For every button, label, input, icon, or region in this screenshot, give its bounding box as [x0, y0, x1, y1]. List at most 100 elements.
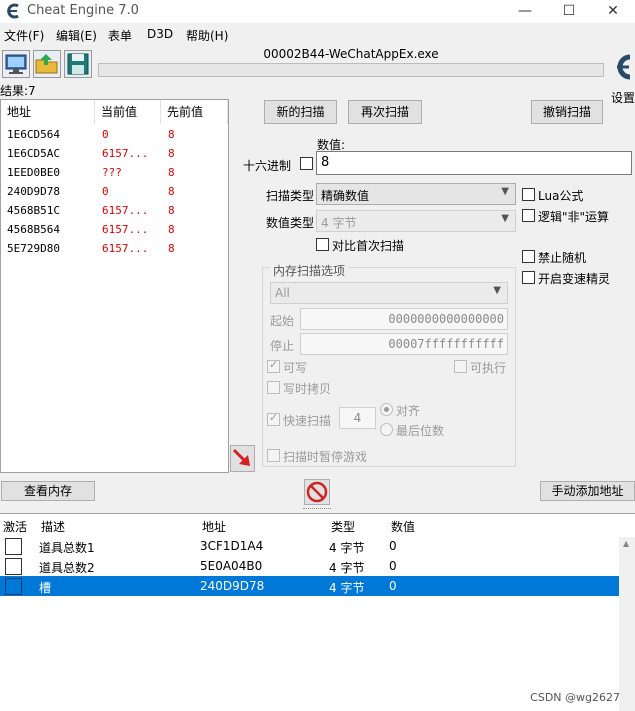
scan-type-select[interactable]: 精确数值 ▼	[316, 183, 516, 205]
active-checkbox[interactable]	[5, 538, 22, 555]
result-row[interactable]: 1E6CD564 0 8	[1, 126, 228, 145]
result-row[interactable]: 240D9D78 0 8	[1, 183, 228, 202]
scan-results-list[interactable]: 地址 当前值 先前值 1E6CD564 0 8 1E6CD5AC 6157...…	[0, 99, 229, 473]
column-header-current[interactable]: 当前值	[95, 100, 161, 124]
menu-help[interactable]: 帮助(H)	[186, 27, 228, 44]
column-header-value[interactable]: 数值	[391, 518, 415, 535]
memory-region-select[interactable]: All ▼	[270, 282, 508, 304]
menu-table[interactable]: 表单	[108, 27, 132, 44]
chevron-down-icon: ▼	[501, 186, 509, 197]
computer-icon	[5, 54, 27, 74]
result-previous: 8	[168, 166, 175, 179]
title-bar[interactable]: Cheat Engine 7.0 — ☐ ✕	[0, 0, 635, 23]
close-button[interactable]: ✕	[591, 0, 635, 23]
row-value: 0	[389, 539, 397, 553]
maximize-button[interactable]: ☐	[547, 0, 591, 23]
column-header-description[interactable]: 描述	[41, 518, 65, 535]
menu-edit[interactable]: 编辑(E)	[56, 27, 97, 44]
column-header-previous[interactable]: 先前值	[161, 100, 228, 124]
active-checkbox[interactable]	[5, 558, 22, 575]
scroll-up-icon[interactable]: ▲	[623, 539, 629, 548]
value-type-label: 数值类型	[266, 216, 315, 230]
compare-first-checkbox[interactable]	[316, 238, 329, 251]
result-address: 5E729D80	[7, 242, 60, 255]
row-type: 4 字节	[329, 541, 365, 555]
column-header-active[interactable]: 激活	[3, 518, 27, 535]
view-memory-button[interactable]: 查看内存	[1, 481, 95, 501]
alignment-radio[interactable]	[380, 403, 393, 416]
scan-progress-bar	[98, 63, 604, 77]
result-address: 1E6CD564	[7, 128, 60, 141]
open-file-button[interactable]	[33, 50, 61, 78]
last-digits-radio[interactable]	[380, 423, 393, 436]
executable-label: 可执行	[470, 361, 507, 375]
next-scan-button[interactable]: 再次扫描	[348, 100, 422, 124]
lua-formula-checkbox[interactable]	[522, 188, 535, 201]
new-scan-button[interactable]: 新的扫描	[264, 100, 337, 124]
result-previous: 8	[168, 223, 175, 236]
undo-scan-button[interactable]: 撤销扫描	[531, 100, 603, 124]
result-previous: 8	[168, 242, 175, 255]
fast-scan-input[interactable]: 4	[339, 407, 376, 429]
alignment-label: 对齐	[396, 404, 421, 418]
start-address-input[interactable]: 0000000000000000	[300, 308, 508, 330]
fast-scan-checkbox[interactable]	[267, 411, 280, 426]
hex-checkbox[interactable]	[300, 157, 313, 170]
executable-checkbox[interactable]	[454, 360, 467, 373]
save-button[interactable]	[64, 50, 92, 78]
value-type-value: 4 字节	[321, 216, 357, 230]
add-address-manually-button[interactable]: 手动添加地址	[540, 481, 635, 501]
settings-label[interactable]: 设置	[611, 89, 635, 106]
table-row-selected[interactable]: 槽 240D9D78 4 字节 0	[0, 576, 619, 596]
cheat-engine-logo-icon	[7, 3, 19, 19]
menu-d3d[interactable]: D3D	[147, 27, 173, 41]
found-count: 结果:7	[0, 84, 36, 98]
cheat-table-list[interactable]: 激活 描述 地址 类型 数值 道具总数1 3CF1D1A4 4 字节 0 道具总…	[0, 513, 635, 711]
scan-value-input[interactable]: 8	[316, 151, 632, 175]
writable-checkbox[interactable]	[267, 358, 280, 373]
no-random-checkbox[interactable]	[522, 250, 535, 263]
result-row[interactable]: 4568B51C 6157... 8	[1, 202, 228, 221]
chevron-down-icon: ▼	[493, 285, 501, 296]
open-folder-icon	[35, 54, 58, 74]
result-row[interactable]: 1E6CD5AC 6157... 8	[1, 145, 228, 164]
result-current: 6157...	[102, 242, 149, 255]
column-header-address[interactable]: 地址	[202, 518, 226, 535]
vertical-scrollbar[interactable]: ▲	[619, 537, 635, 711]
result-address: 4568B51C	[7, 204, 60, 217]
column-header-address[interactable]: 地址	[1, 100, 95, 124]
cheat-engine-settings-icon[interactable]	[610, 47, 634, 87]
row-address: 5E0A04B0	[200, 559, 263, 573]
value-type-select[interactable]: 4 字节 ▼	[316, 210, 516, 232]
row-value: 0	[389, 559, 397, 573]
clear-list-button[interactable]	[304, 479, 330, 505]
red-arrow-icon	[232, 448, 250, 466]
splitter-handle[interactable]	[303, 508, 331, 511]
logic-not-checkbox[interactable]	[522, 209, 535, 222]
copy-on-write-label: 写时拷贝	[283, 382, 332, 396]
pause-game-label: 扫描时暂停游戏	[283, 450, 368, 464]
select-process-button[interactable]	[2, 50, 30, 78]
active-checkbox[interactable]	[5, 578, 22, 595]
menu-file[interactable]: 文件(F)	[4, 27, 44, 44]
pause-game-checkbox[interactable]	[267, 449, 280, 462]
result-row[interactable]: 4568B564 6157... 8	[1, 221, 228, 240]
result-row[interactable]: 1EED0BE0 ??? 8	[1, 164, 228, 183]
table-row[interactable]: 道具总数2 5E0A04B0 4 字节 0	[0, 556, 619, 576]
copy-on-write-checkbox[interactable]	[267, 381, 280, 394]
minimize-button[interactable]: —	[503, 0, 547, 23]
watermark: CSDN @wg2627	[530, 691, 620, 704]
result-previous: 8	[168, 147, 175, 160]
memory-region-value: All	[275, 286, 290, 300]
column-header-type[interactable]: 类型	[331, 518, 355, 535]
result-row[interactable]: 5E729D80 6157... 8	[1, 240, 228, 259]
table-row[interactable]: 道具总数1 3CF1D1A4 4 字节 0	[0, 536, 619, 556]
result-address: 1EED0BE0	[7, 166, 60, 179]
row-value: 0	[389, 579, 397, 593]
speedhack-checkbox[interactable]	[522, 271, 535, 284]
compare-first-label: 对比首次扫描	[332, 239, 405, 253]
add-to-list-button[interactable]	[230, 445, 255, 472]
row-type: 4 字节	[329, 561, 365, 575]
stop-address-input[interactable]: 00007fffffffffff	[300, 333, 508, 355]
row-address: 240D9D78	[200, 579, 265, 593]
